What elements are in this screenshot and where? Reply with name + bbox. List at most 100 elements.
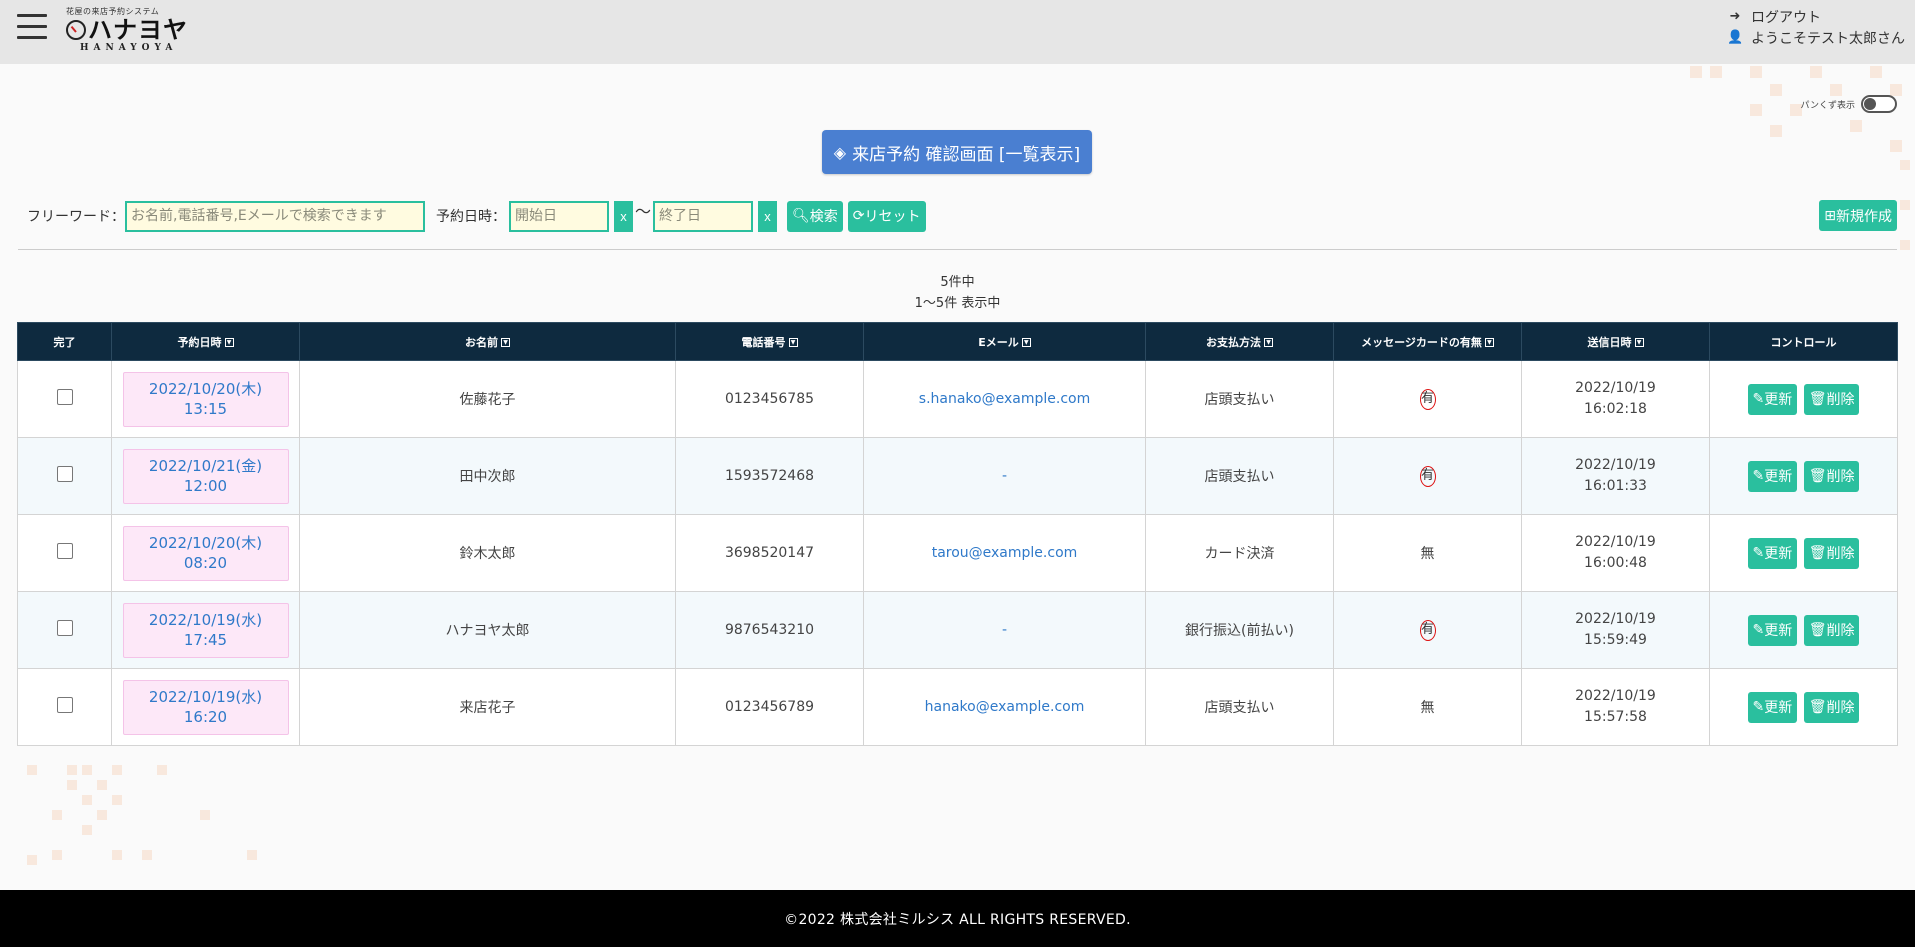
delete-label: 削除 bbox=[1826, 546, 1855, 562]
edit-icon: ✎ bbox=[1752, 545, 1765, 561]
col-header-payment[interactable]: お支払方法 ▼ bbox=[1145, 322, 1334, 361]
delete-button[interactable]: 🗑︎ 削除 bbox=[1803, 691, 1860, 723]
col-header-reserve-date[interactable]: 予約日時 ▼ bbox=[111, 322, 300, 361]
done-checkbox[interactable] bbox=[56, 543, 73, 559]
delete-button[interactable]: 🗑︎ 削除 bbox=[1803, 614, 1860, 646]
result-range: 1～5件 表示中 bbox=[914, 296, 1001, 311]
reserve-date-time: 13:15 bbox=[183, 399, 228, 418]
update-label: 更新 bbox=[1764, 700, 1793, 716]
done-cell bbox=[17, 668, 112, 746]
col-header-name[interactable]: お名前 ▼ bbox=[299, 322, 676, 361]
update-button[interactable]: ✎ 更新 bbox=[1747, 460, 1798, 492]
sort-icon[interactable]: ▼ bbox=[1264, 338, 1273, 347]
toggle-switch[interactable] bbox=[1861, 95, 1897, 113]
delete-label: 削除 bbox=[1826, 392, 1855, 408]
email-cell: - bbox=[863, 591, 1146, 669]
sent-time: 15:57:58 bbox=[1584, 709, 1647, 725]
control-cell: ✎ 更新 🗑︎ 削除 bbox=[1709, 360, 1898, 438]
delete-button[interactable]: 🗑︎ 削除 bbox=[1803, 537, 1860, 569]
reserve-date-time: 08:20 bbox=[183, 553, 228, 572]
col-header-done: 完了 bbox=[17, 322, 112, 361]
reset-button[interactable]: ⟳ リセット bbox=[847, 200, 926, 232]
logo-text: ハナヨヤ bbox=[88, 16, 188, 44]
reserve-date-time: 16:20 bbox=[183, 707, 228, 726]
breadcrumb-toggle[interactable]: パンくず表示 bbox=[1801, 95, 1897, 113]
sort-icon[interactable]: ▼ bbox=[1634, 338, 1644, 347]
refresh-icon: ⟳ bbox=[852, 208, 865, 224]
done-checkbox[interactable] bbox=[56, 697, 73, 713]
reserve-date: 2022/10/21(金) 12:00 bbox=[122, 448, 289, 504]
update-button[interactable]: ✎ 更新 bbox=[1747, 691, 1798, 723]
page-title: ◈ 来店予約 確認画面 [一覧表示] bbox=[822, 130, 1092, 174]
email-link[interactable]: tarou@example.com bbox=[932, 545, 1078, 561]
email-cell: - bbox=[863, 437, 1146, 515]
reserve-date-day: 2022/10/20(木) bbox=[148, 379, 263, 398]
freeword-input[interactable] bbox=[125, 200, 425, 232]
sent-cell: 2022/10/19 16:01:33 bbox=[1521, 437, 1710, 515]
sort-icon[interactable]: ▼ bbox=[788, 338, 798, 347]
update-button[interactable]: ✎ 更新 bbox=[1747, 537, 1798, 569]
done-checkbox[interactable] bbox=[56, 466, 73, 482]
clear-end-button[interactable]: x bbox=[758, 200, 778, 232]
sent-date: 2022/10/19 bbox=[1575, 611, 1656, 627]
sent-time: 16:02:18 bbox=[1584, 401, 1647, 417]
trash-icon: 🗑︎ bbox=[1808, 468, 1827, 484]
card-cell: 無 bbox=[1333, 668, 1522, 746]
sort-icon[interactable]: ▼ bbox=[224, 338, 234, 347]
email-link[interactable]: - bbox=[1002, 468, 1007, 484]
trash-icon: 🗑︎ bbox=[1808, 545, 1827, 561]
user-welcome: 👤 ようこそテスト太郎さん bbox=[1727, 27, 1905, 48]
sent-date: 2022/10/19 bbox=[1575, 380, 1656, 396]
phone-cell: 0123456789 bbox=[675, 668, 864, 746]
reserve-date-day: 2022/10/20(木) bbox=[148, 533, 263, 552]
card-cell: 無 bbox=[1333, 514, 1522, 592]
reset-button-label: リセット bbox=[864, 209, 921, 225]
done-checkbox[interactable] bbox=[56, 389, 73, 405]
start-date-input[interactable] bbox=[509, 200, 609, 232]
hamburger-menu-icon[interactable] bbox=[17, 14, 47, 42]
logout-link[interactable]: ➜ ログアウト bbox=[1727, 6, 1905, 27]
delete-button[interactable]: 🗑︎ 削除 bbox=[1803, 383, 1860, 415]
end-date-input[interactable] bbox=[653, 200, 754, 232]
card-value: 有 bbox=[1419, 619, 1436, 641]
clear-start-button[interactable]: x bbox=[614, 200, 633, 232]
delete-label: 削除 bbox=[1826, 623, 1855, 639]
payment-cell: 店頭支払い bbox=[1145, 437, 1334, 515]
search-icon: 🔍︎ bbox=[792, 208, 810, 224]
reserve-date-cell: 2022/10/21(金) 12:00 bbox=[111, 437, 300, 515]
email-link[interactable]: - bbox=[1002, 622, 1007, 638]
new-create-button[interactable]: ⊞ 新規作成 bbox=[1819, 200, 1897, 231]
update-label: 更新 bbox=[1764, 469, 1793, 485]
card-value: 無 bbox=[1420, 700, 1435, 716]
update-button[interactable]: ✎ 更新 bbox=[1747, 383, 1798, 415]
email-link[interactable]: hanako@example.com bbox=[925, 699, 1085, 715]
logo-roman: HANAYOYA bbox=[80, 43, 178, 53]
update-button[interactable]: ✎ 更新 bbox=[1747, 614, 1798, 646]
card-value: 有 bbox=[1419, 388, 1436, 410]
sent-time: 16:00:48 bbox=[1584, 555, 1647, 571]
sort-icon[interactable]: ▼ bbox=[501, 338, 510, 347]
done-checkbox[interactable] bbox=[56, 620, 73, 636]
col-header-phone[interactable]: 電話番号 ▼ bbox=[675, 322, 864, 361]
logo[interactable]: 花屋の来店予約システム ハナヨヤ HANAYOYA bbox=[66, 6, 188, 53]
col-header-card[interactable]: メッセージカードの有無 ▼ bbox=[1333, 322, 1522, 361]
col-header-email[interactable]: Eメール ▼ bbox=[863, 322, 1146, 361]
sort-icon[interactable]: ▼ bbox=[1021, 338, 1031, 347]
table-row: 2022/10/21(金) 12:00 田中次郎 1593572468 - 店頭… bbox=[17, 437, 1898, 515]
col-header-sent[interactable]: 送信日時 ▼ bbox=[1521, 322, 1710, 361]
phone-cell: 9876543210 bbox=[675, 591, 864, 669]
table-header-row: 完了 予約日時 ▼ お名前 ▼ 電話番号 ▼ Eメール ▼ お支払方法 ▼ メッセージカー… bbox=[17, 322, 1898, 361]
date-label: 予約日時： bbox=[436, 209, 506, 225]
sort-icon[interactable]: ▼ bbox=[1484, 338, 1494, 347]
delete-label: 削除 bbox=[1826, 700, 1855, 716]
email-link[interactable]: s.hanako@example.com bbox=[919, 391, 1090, 407]
update-label: 更新 bbox=[1764, 623, 1793, 639]
delete-button[interactable]: 🗑︎ 削除 bbox=[1803, 460, 1860, 492]
reserve-date: 2022/10/19(水) 16:20 bbox=[122, 679, 289, 735]
edit-icon: ✎ bbox=[1752, 622, 1765, 638]
card-cell: 有 bbox=[1333, 360, 1522, 438]
user-gear-icon: 👤 bbox=[1727, 30, 1744, 45]
sent-cell: 2022/10/19 15:57:58 bbox=[1521, 668, 1710, 746]
sent-date: 2022/10/19 bbox=[1575, 688, 1656, 704]
search-button[interactable]: 🔍︎ 検索 bbox=[787, 200, 843, 232]
